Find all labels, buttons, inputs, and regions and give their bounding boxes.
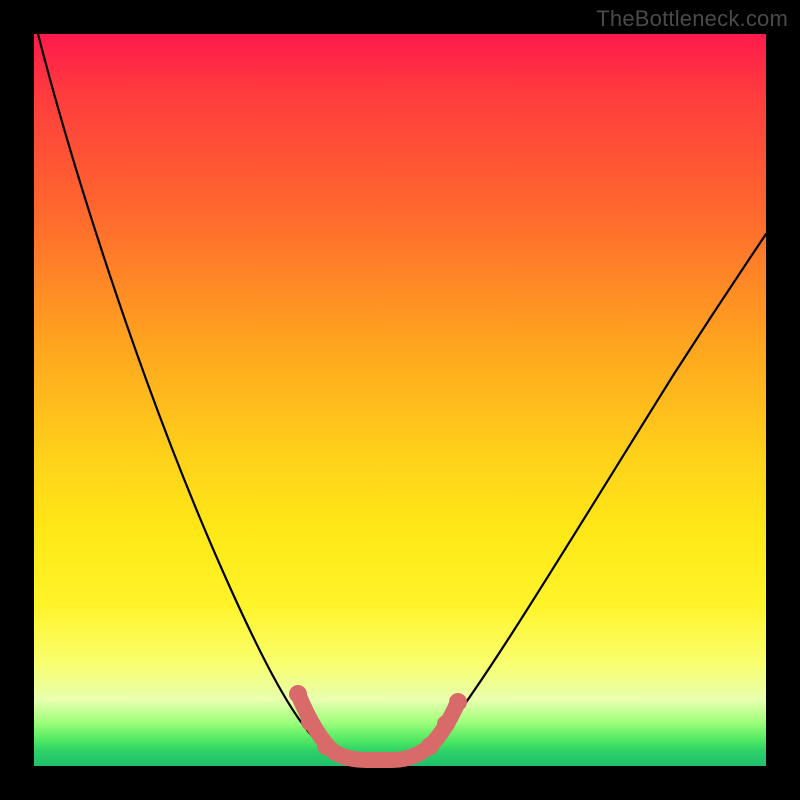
curve-layer (34, 34, 766, 766)
plot-area (34, 34, 766, 766)
watermark-text: TheBottleneck.com (596, 6, 788, 32)
chart-frame: TheBottleneck.com (0, 0, 800, 800)
bottleneck-curve (38, 34, 766, 760)
